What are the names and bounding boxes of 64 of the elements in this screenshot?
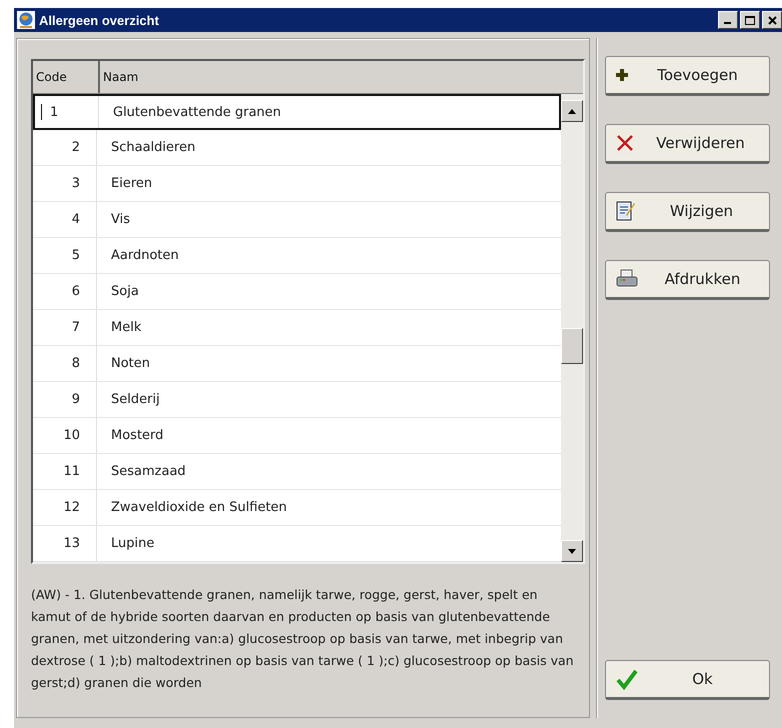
table-cell-text: Soja [110, 283, 139, 301]
print-button[interactable]: Afdrukken [605, 260, 770, 300]
table-row[interactable]: 11 Sesamzaad [33, 454, 561, 490]
plus-icon [616, 69, 628, 81]
delete-button[interactable]: Verwijderen [605, 124, 770, 164]
table-cell: 13 [33, 526, 97, 561]
scroll-down-button[interactable] [561, 540, 583, 562]
maximize-button[interactable] [740, 11, 760, 29]
table-cell: 12 [33, 490, 97, 525]
table-cell-text: Melk [110, 319, 142, 337]
table-row[interactable]: 4 Vis [33, 202, 561, 238]
table-cell-text: Schaaldieren [110, 139, 196, 157]
table-row[interactable]: 6 Soja [33, 274, 561, 310]
cross-icon [616, 134, 634, 152]
table-row[interactable]: 7 Melk [33, 310, 561, 346]
add-button[interactable]: Toevoegen [605, 56, 770, 96]
table-row[interactable]: 13 Lupine [33, 526, 561, 562]
table-cell: 9 [33, 382, 97, 417]
table-cell-text: Zwaveldioxide en Sulfieten [110, 499, 287, 517]
close-icon [768, 16, 776, 24]
table-cell: 5 [33, 238, 97, 273]
ok-button[interactable]: Ok [605, 660, 770, 700]
table-cell-text: Aardnoten [110, 247, 179, 265]
scroll-up-button[interactable] [561, 100, 583, 122]
table-cell: 1 [35, 96, 99, 128]
table-cell-text: Lupine [110, 535, 154, 553]
table-cell: 3 [33, 166, 97, 201]
table-row[interactable]: 5 Aardnoten [33, 238, 561, 274]
table-row[interactable]: 3 Eieren [33, 166, 561, 202]
table-row[interactable]: 10 Mosterd [33, 418, 561, 454]
table-cell-text: Noten [110, 355, 150, 373]
scrollbar[interactable] [561, 94, 583, 562]
table-row[interactable]: 12 Zwaveldioxide en Sulfieten [33, 490, 561, 526]
table-cell: 11 [33, 454, 97, 489]
maximize-icon [745, 16, 755, 24]
table-cell-text: Sesamzaad [110, 463, 186, 481]
minimize-button[interactable] [718, 11, 738, 29]
table-row[interactable]: 1 Glutenbevattende granen [33, 94, 561, 130]
table-cell: 8 [33, 346, 97, 381]
table-cell: 10 [33, 418, 97, 453]
globe-icon [17, 11, 35, 29]
table-cell-text: Eieren [110, 175, 152, 193]
table-row[interactable]: 8 Noten [33, 346, 561, 382]
down-arrow-icon [568, 548, 576, 554]
table-cell: 7 [33, 310, 97, 345]
up-arrow-icon [568, 108, 576, 114]
column-header[interactable]: Naam [100, 61, 583, 93]
checkmark-icon [616, 668, 638, 690]
window-title: Allergeen overzicht [39, 12, 160, 28]
table-row[interactable]: 2 Schaaldieren [33, 130, 561, 166]
table-cell: 4 [33, 202, 97, 237]
table-cell-text: Selderij [110, 391, 160, 409]
table-cell: 6 [33, 274, 97, 309]
table-row[interactable]: 9 Selderij [33, 382, 561, 418]
printer-icon [616, 269, 638, 289]
edit-button[interactable]: Wijzigen [605, 192, 770, 232]
description-text: (AW) - 1. Glutenbevattende granen, namelijk tarwe, rogge, gerst, haver, spelt en kamut of de hybride soorten daarvan en producten op basis van glutenbevattende granen, met uitzondering van:a) glucosestroop op basis van tarwe, met inbegrip van dextrose ( 1 );b) maltodextrinen op basis van tarwe ( 1 );c) glucosestroop op basis van gerst;d) granen die worden [31, 586, 575, 692]
close-button[interactable] [762, 11, 782, 29]
table-cell-text: Glutenbevattende granen [112, 104, 282, 122]
scroll-thumb[interactable] [561, 328, 583, 364]
table-cell-text: Vis [110, 211, 130, 229]
edit-document-icon [616, 200, 636, 222]
table-cell: 2 [33, 130, 97, 165]
table-cell-text: Mosterd [110, 427, 164, 445]
